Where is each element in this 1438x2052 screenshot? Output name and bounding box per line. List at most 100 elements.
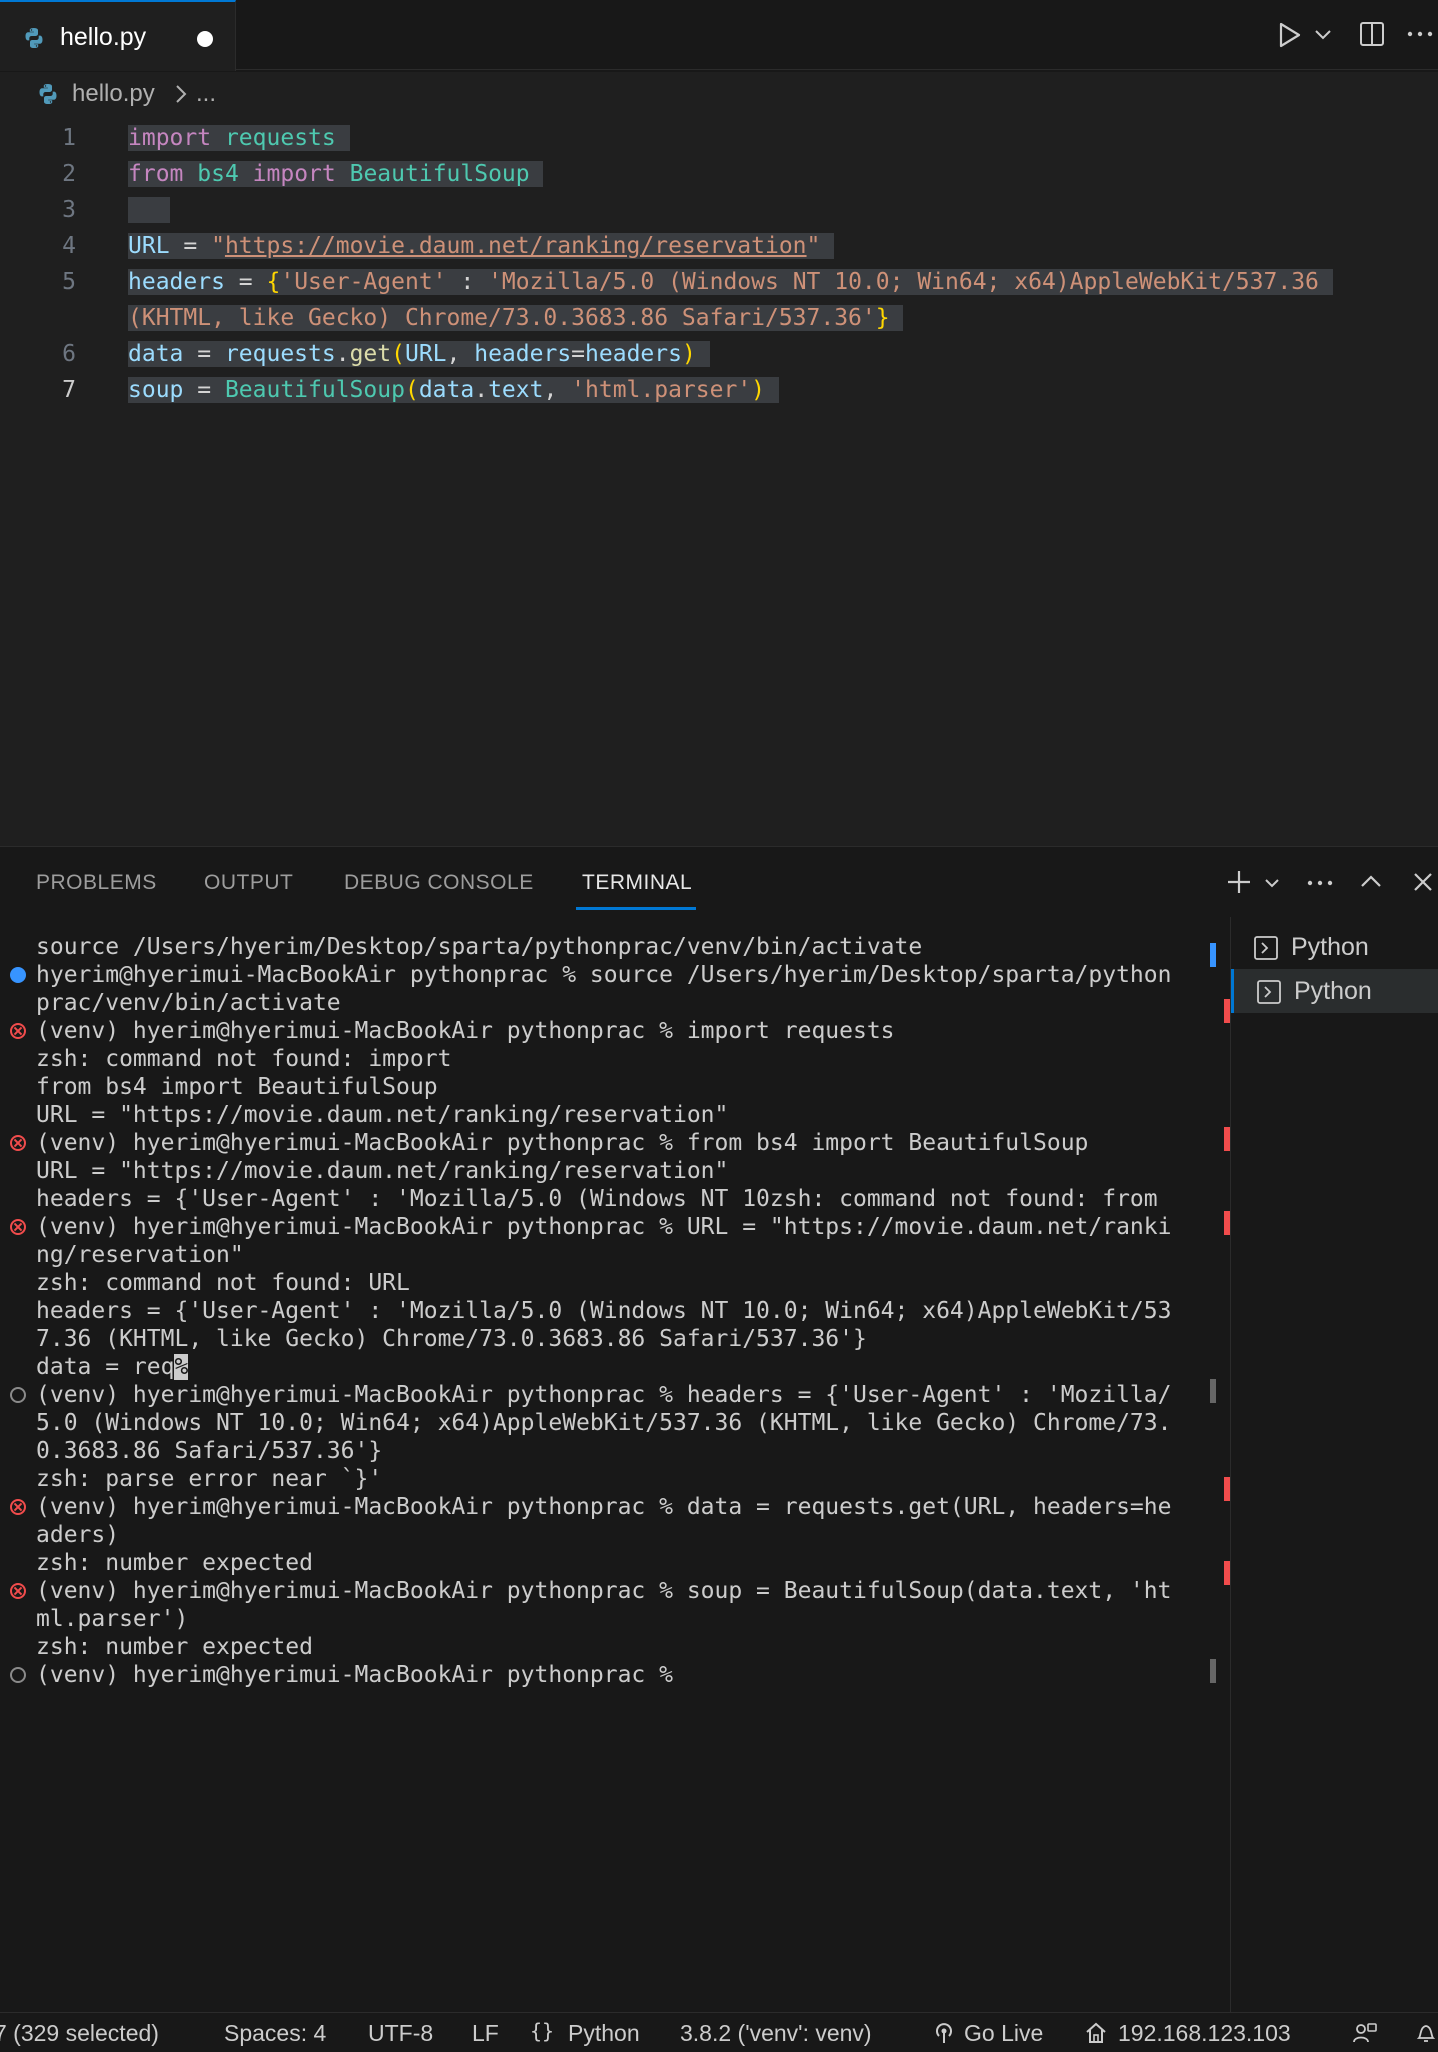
code-line[interactable]: 7 soup = BeautifulSoup(data.text, 'html.p… — [0, 372, 1438, 408]
code-text: data = requests.get(URL, headers=headers… — [128, 336, 710, 372]
line-number: 1 — [62, 125, 76, 151]
indentation[interactable]: Spaces: 4 — [224, 2020, 326, 2047]
terminal-line: from bs4 import BeautifulSoup — [36, 1074, 438, 1100]
terminal-instance-label: Python — [1291, 933, 1369, 961]
chevron-down-icon[interactable] — [1264, 877, 1280, 895]
breadcrumb-symbols[interactable]: ... — [196, 80, 216, 108]
terminal-line: (venv) hyerim@hyerimui-MacBookAir python… — [36, 1662, 673, 1688]
terminal-line: 0.3683.86 Safari/537.36'} — [36, 1438, 383, 1464]
chevron-down-icon[interactable] — [1314, 28, 1332, 46]
feedback-icon[interactable] — [1352, 2021, 1378, 2051]
code-line[interactable]: 2 from bs4 import BeautifulSoup — [0, 156, 1438, 192]
more-icon[interactable] — [1306, 873, 1334, 898]
terminal-cursor: % — [174, 1354, 189, 1380]
encoding[interactable]: UTF-8 — [368, 2020, 433, 2047]
svg-text:{}: {} — [530, 2019, 554, 2043]
terminal-instance-2[interactable]: Python — [1231, 969, 1438, 1013]
terminal-line: (venv) hyerim@hyerimui-MacBookAir python… — [36, 1018, 895, 1044]
panel-tab-bar: PROBLEMS OUTPUT DEBUG CONSOLE TERMINAL — [0, 847, 1438, 911]
tab-terminal[interactable]: TERMINAL — [582, 871, 692, 895]
code-line[interactable]: 1 import requests — [0, 120, 1438, 156]
terminal-line: ng/reservation" — [36, 1242, 244, 1268]
ruler-marker-ok — [1210, 943, 1216, 967]
run-icon[interactable] — [1276, 20, 1304, 55]
terminal-line: aders) — [36, 1522, 120, 1548]
selection-highlight: import requests — [128, 125, 350, 151]
code-editor[interactable]: 1 import requests 2 from bs4 import Beauti… — [0, 116, 1438, 846]
code-text: import requests — [128, 120, 350, 156]
maximize-panel-icon[interactable] — [1360, 873, 1382, 894]
bell-icon[interactable] — [1414, 2021, 1438, 2051]
terminal-icon — [1253, 935, 1279, 966]
line-number: 3 — [62, 197, 76, 223]
line-number: 7 — [62, 377, 76, 403]
terminal-line: prac/venv/bin/activate — [36, 990, 341, 1016]
close-icon[interactable] — [1412, 871, 1434, 898]
terminal-line: source /Users/hyerim/Desktop/sparta/pyth… — [36, 934, 923, 960]
home-icon — [1084, 2021, 1108, 2051]
terminal-line: zsh: command not found: URL — [36, 1270, 410, 1296]
code-line[interactable]: 6 data = requests.get(URL, headers=header… — [0, 336, 1438, 372]
command-error-icon[interactable] — [10, 1583, 26, 1599]
unsaved-indicator-icon[interactable] — [197, 31, 213, 47]
tab-problems[interactable]: PROBLEMS — [36, 871, 157, 895]
terminal-line: URL = "https://movie.daum.net/ranking/re… — [36, 1158, 729, 1184]
terminal-line: data = req% — [36, 1354, 189, 1380]
terminal-line: (venv) hyerim@hyerimui-MacBookAir python… — [36, 1494, 1172, 1520]
tab-label: hello.py — [60, 23, 147, 51]
cursor-position[interactable]: 7 (329 selected) — [0, 2020, 159, 2047]
terminal-line: ml.parser') — [36, 1606, 189, 1632]
ruler-marker-neutral — [1210, 1659, 1216, 1683]
bottom-panel: PROBLEMS OUTPUT DEBUG CONSOLE TERMINAL s… — [0, 846, 1438, 2013]
command-success-icon[interactable] — [10, 967, 26, 983]
ruler-marker-neutral — [1210, 1379, 1216, 1403]
breadcrumb-file[interactable]: hello.py — [72, 80, 155, 108]
go-live-button[interactable]: Go Live — [964, 2020, 1043, 2047]
terminal-icon — [1256, 979, 1282, 1010]
terminal-line: (venv) hyerim@hyerimui-MacBookAir python… — [36, 1382, 1172, 1408]
command-error-icon[interactable] — [10, 1219, 26, 1235]
server-address[interactable]: 192.168.123.103 — [1118, 2020, 1291, 2047]
terminal-line: (venv) hyerim@hyerimui-MacBookAir python… — [36, 1578, 1172, 1604]
editor-tab-bar: hello.py — [0, 0, 1438, 71]
language-mode[interactable]: Python — [568, 2020, 640, 2047]
line-number: 2 — [62, 161, 76, 187]
tab-hello-py[interactable]: hello.py — [0, 0, 236, 71]
command-decoration-icon[interactable] — [10, 1667, 26, 1683]
terminal-line: zsh: number expected — [36, 1634, 313, 1660]
code-line[interactable]: (KHTML, like Gecko) Chrome/73.0.3683.86 … — [0, 300, 1438, 336]
selection-highlight: from bs4 import BeautifulSoup — [128, 161, 544, 187]
command-error-icon[interactable] — [10, 1135, 26, 1151]
active-tab-indicator — [576, 907, 696, 910]
breadcrumb: hello.py ... — [0, 72, 1438, 116]
command-error-icon[interactable] — [10, 1023, 26, 1039]
code-line[interactable]: 3 — [0, 192, 1438, 228]
split-editor-icon[interactable] — [1358, 20, 1386, 53]
code-text — [128, 192, 170, 228]
selection-highlight: (KHTML, like Gecko) Chrome/73.0.3683.86 … — [128, 305, 904, 331]
python-file-icon — [36, 82, 60, 111]
broadcast-icon — [932, 2021, 956, 2051]
line-number: 5 — [62, 269, 76, 295]
terminal-line: URL = "https://movie.daum.net/ranking/re… — [36, 1102, 729, 1128]
add-terminal-icon[interactable] — [1226, 869, 1252, 900]
selection-highlight: data = requests.get(URL, headers=headers… — [128, 341, 710, 367]
terminal-line: 7.36 (KHTML, like Gecko) Chrome/73.0.368… — [36, 1326, 867, 1352]
terminal-instance-1[interactable]: Python — [1231, 925, 1438, 969]
selection-highlight: soup = BeautifulSoup(data.text, 'html.pa… — [128, 377, 779, 403]
selection-highlight — [128, 197, 170, 223]
line-number: 6 — [62, 341, 76, 367]
terminal-line: zsh: command not found: import — [36, 1046, 452, 1072]
terminal-output[interactable]: source /Users/hyerim/Desktop/sparta/pyth… — [0, 917, 1228, 2013]
command-decoration-icon[interactable] — [10, 1387, 26, 1403]
braces-icon: {} — [530, 2019, 556, 2049]
tab-debug-console[interactable]: DEBUG CONSOLE — [344, 871, 534, 895]
code-line[interactable]: 4 URL = "https://movie.daum.net/ranking/r… — [0, 228, 1438, 264]
python-interpreter[interactable]: 3.8.2 ('venv': venv) — [680, 2020, 872, 2047]
command-error-icon[interactable] — [10, 1499, 26, 1515]
terminal-line: 5.0 (Windows NT 10.0; Win64; x64)AppleWe… — [36, 1410, 1172, 1436]
tab-output[interactable]: OUTPUT — [204, 871, 293, 895]
end-of-line[interactable]: LF — [472, 2020, 499, 2047]
more-icon[interactable] — [1406, 24, 1434, 49]
code-line[interactable]: 5 headers = {'User-Agent' : 'Mozilla/5.0 … — [0, 264, 1438, 300]
